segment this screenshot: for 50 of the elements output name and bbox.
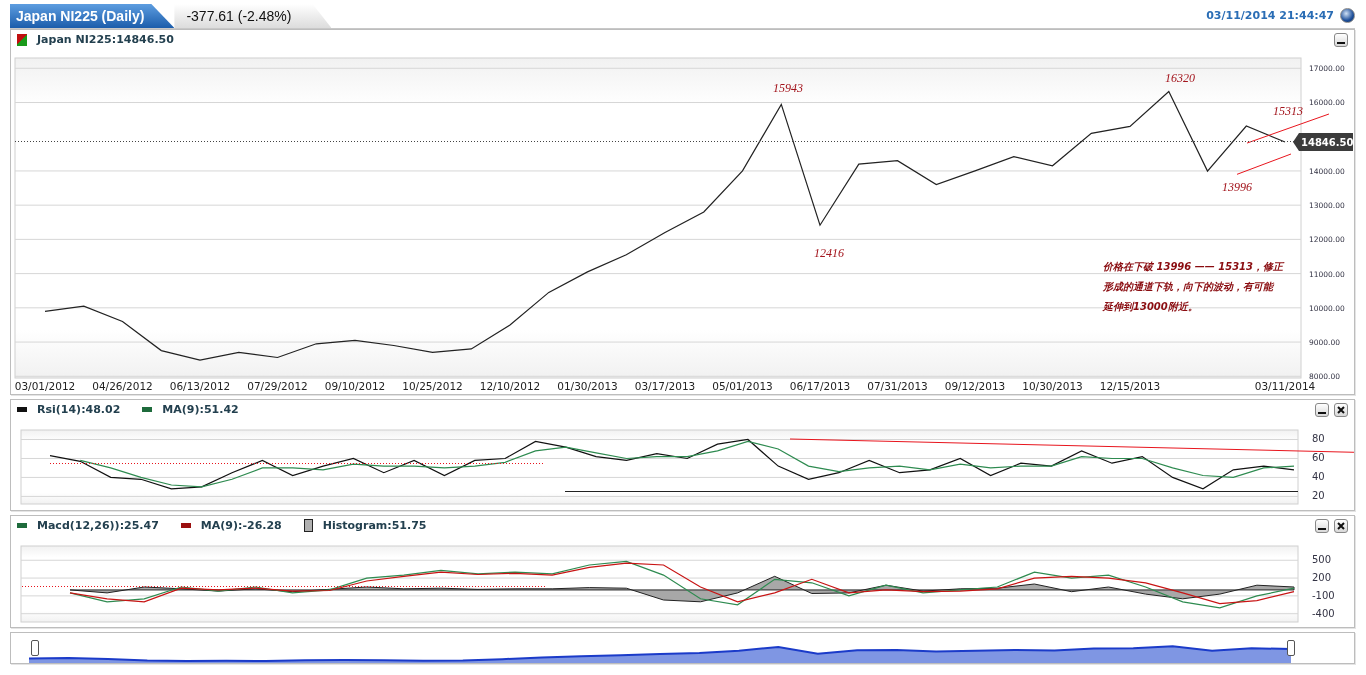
price-label: 13996 <box>1222 180 1252 195</box>
instrument-icon <box>17 33 27 46</box>
timestamp: 03/11/2014 21:44:47 <box>1206 9 1334 22</box>
minimize-button[interactable] <box>1315 518 1329 533</box>
axis-label: 40 <box>1312 471 1325 483</box>
axis-label: 03/11/2014 <box>1254 380 1316 392</box>
axis-label: 01/30/2013 <box>557 380 618 392</box>
axis-label: 80 <box>1312 433 1325 445</box>
legend-label: Japan NI225:14846.50 <box>37 33 174 46</box>
legend-label: MA(9):-26.28 <box>200 519 282 532</box>
price-label: 12416 <box>814 246 844 261</box>
axis-label: 05/01/2013 <box>712 380 773 392</box>
axis-label: 04/26/2012 <box>92 380 153 392</box>
minimize-button[interactable] <box>1315 402 1329 417</box>
price-change: -377.61 (-2.48%) <box>174 4 332 28</box>
axis-label: 10/30/2013 <box>1022 380 1083 392</box>
close-button[interactable] <box>1334 402 1348 417</box>
axis-label: 03/01/2012 <box>14 380 76 392</box>
chart-title-tab[interactable]: Japan NI225 (Daily) <box>10 4 175 28</box>
axis-label: 09/10/2012 <box>324 380 386 392</box>
axis-label: 20 <box>1312 490 1325 502</box>
minimize-button[interactable] <box>1334 32 1348 47</box>
axis-label: -100 <box>1312 589 1335 601</box>
globe-icon[interactable] <box>1340 8 1355 23</box>
trend-line <box>1237 153 1291 174</box>
range-handle[interactable] <box>1287 640 1295 656</box>
legend-label: Histogram:51.75 <box>322 519 427 532</box>
legend-label: Macd(12,26)):25.47 <box>37 519 159 532</box>
price-label: 15313 <box>1273 103 1303 118</box>
last-price-tag: 14846.50 <box>1293 133 1354 151</box>
analysis-note: 价格在下破 13996 —— 15313，修正 形成的通道下轨，向下的波动，有可能 延伸到13000附近。 <box>1103 259 1284 314</box>
axis-label: 09/12/2013 <box>944 380 1006 392</box>
legend-label: MA(9):51.42 <box>162 403 239 416</box>
axis-label: 200 <box>1312 572 1332 584</box>
axis-label: 06/17/2013 <box>789 380 851 392</box>
axis-label: 06/13/2012 <box>169 380 231 392</box>
legend-label: Rsi(14):48.02 <box>37 403 121 416</box>
range-handle[interactable] <box>31 640 39 656</box>
axis-label: 60 <box>1312 452 1325 464</box>
price-label: 16320 <box>1165 70 1195 85</box>
axis-label: 10/25/2012 <box>402 380 463 392</box>
axis-label: 07/29/2012 <box>247 380 308 392</box>
price-label: 15943 <box>773 81 803 96</box>
axis-label: 500 <box>1312 554 1332 566</box>
axis-label: 12/10/2012 <box>479 380 541 392</box>
axis-label: 12/15/2013 <box>1099 380 1161 392</box>
axis-label: -400 <box>1312 607 1335 619</box>
axis-label: 03/17/2013 <box>634 380 696 392</box>
close-button[interactable] <box>1334 518 1348 533</box>
axis-label: 07/31/2013 <box>867 380 928 392</box>
